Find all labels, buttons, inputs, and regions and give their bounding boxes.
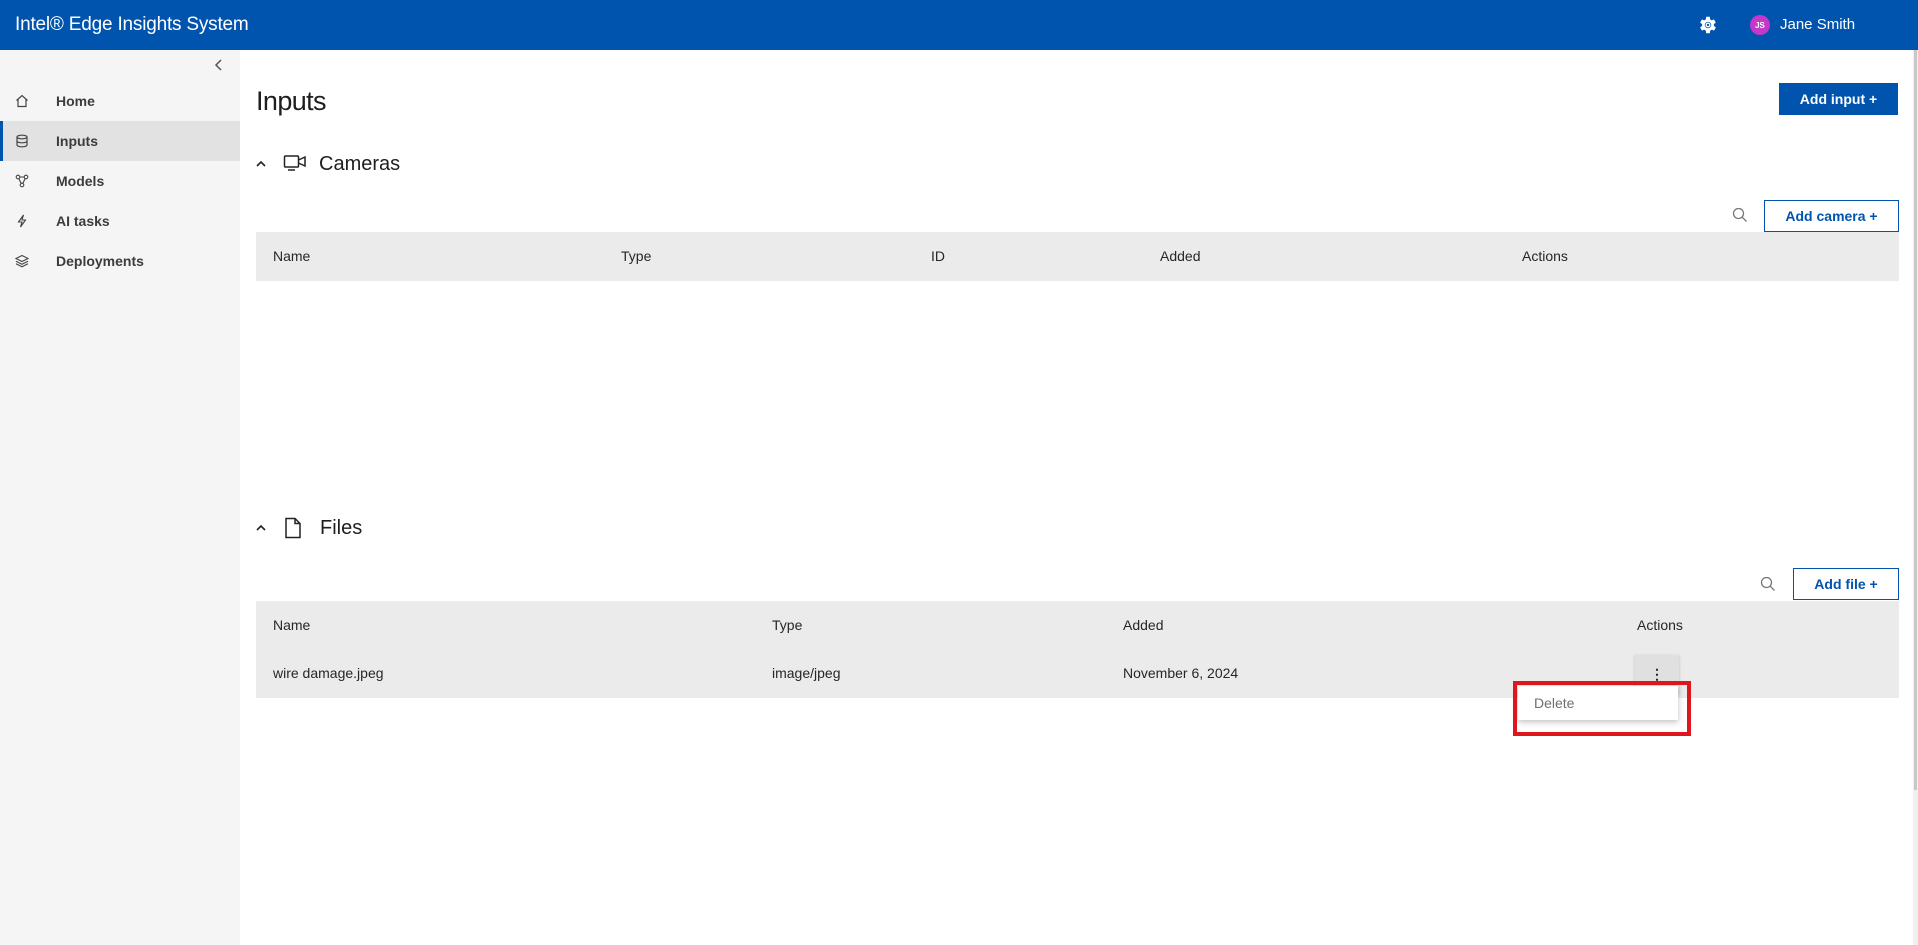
file-type-cell: image/jpeg xyxy=(772,665,841,681)
sidebar-item-label: AI tasks xyxy=(56,213,110,229)
chevron-up-icon[interactable] xyxy=(255,522,267,534)
search-icon[interactable] xyxy=(1760,576,1776,592)
highlight-box xyxy=(1513,681,1691,736)
column-header[interactable]: Name xyxy=(273,617,310,633)
column-header: Actions xyxy=(1522,248,1568,264)
gear-icon[interactable] xyxy=(1697,14,1719,36)
top-bar: Intel® Edge Insights System JS Jane Smit… xyxy=(0,0,1918,50)
page-scrollbar-thumb[interactable] xyxy=(1914,50,1917,790)
files-table-header: Name Type Added Actions xyxy=(256,601,1899,650)
sidebar-item-label: Deployments xyxy=(56,253,144,269)
sidebar-item-home[interactable]: Home xyxy=(0,81,240,121)
search-icon[interactable] xyxy=(1732,207,1748,223)
sidebar-item-label: Inputs xyxy=(56,133,98,149)
user-name[interactable]: Jane Smith xyxy=(1780,16,1855,33)
sidebar-item-label: Models xyxy=(56,173,105,189)
column-header[interactable]: ID xyxy=(931,248,945,264)
models-icon xyxy=(15,174,29,188)
app-title: Intel® Edge Insights System xyxy=(15,14,249,35)
file-added-cell: November 6, 2024 xyxy=(1123,665,1239,681)
avatar[interactable]: JS xyxy=(1750,15,1770,35)
add-input-button[interactable]: Add input + xyxy=(1779,83,1898,115)
add-file-button[interactable]: Add file + xyxy=(1793,568,1899,600)
cameras-table-header: Name Type ID Added Actions xyxy=(256,232,1899,281)
column-header: Actions xyxy=(1637,617,1683,633)
column-header[interactable]: Type xyxy=(772,617,802,633)
column-header[interactable]: Added xyxy=(1160,248,1200,264)
home-icon xyxy=(16,94,28,108)
column-header[interactable]: Name xyxy=(273,248,310,264)
add-camera-button[interactable]: Add camera + xyxy=(1764,200,1899,232)
column-header[interactable]: Type xyxy=(621,248,651,264)
lightning-icon xyxy=(17,214,27,228)
sidebar-item-label: Home xyxy=(56,93,95,109)
file-name-cell: wire damage.jpeg xyxy=(273,665,384,681)
layers-icon xyxy=(15,254,29,268)
sidebar-item-ai-tasks[interactable]: AI tasks xyxy=(0,201,240,241)
chevron-left-icon[interactable] xyxy=(212,58,226,72)
sidebar-item-inputs[interactable]: Inputs xyxy=(0,121,240,161)
sidebar-item-models[interactable]: Models xyxy=(0,161,240,201)
camera-icon xyxy=(283,155,306,171)
chevron-up-icon[interactable] xyxy=(255,158,267,170)
file-icon xyxy=(285,517,301,539)
cameras-section-title: Cameras xyxy=(319,153,401,175)
page-title: Inputs xyxy=(256,86,327,116)
sidebar-item-deployments[interactable]: Deployments xyxy=(0,241,240,281)
column-header[interactable]: Added xyxy=(1123,617,1163,633)
database-icon xyxy=(16,134,28,148)
files-section-title: Files xyxy=(320,517,363,539)
sidebar: Home Inputs Models AI tasks Deployments xyxy=(0,50,240,945)
